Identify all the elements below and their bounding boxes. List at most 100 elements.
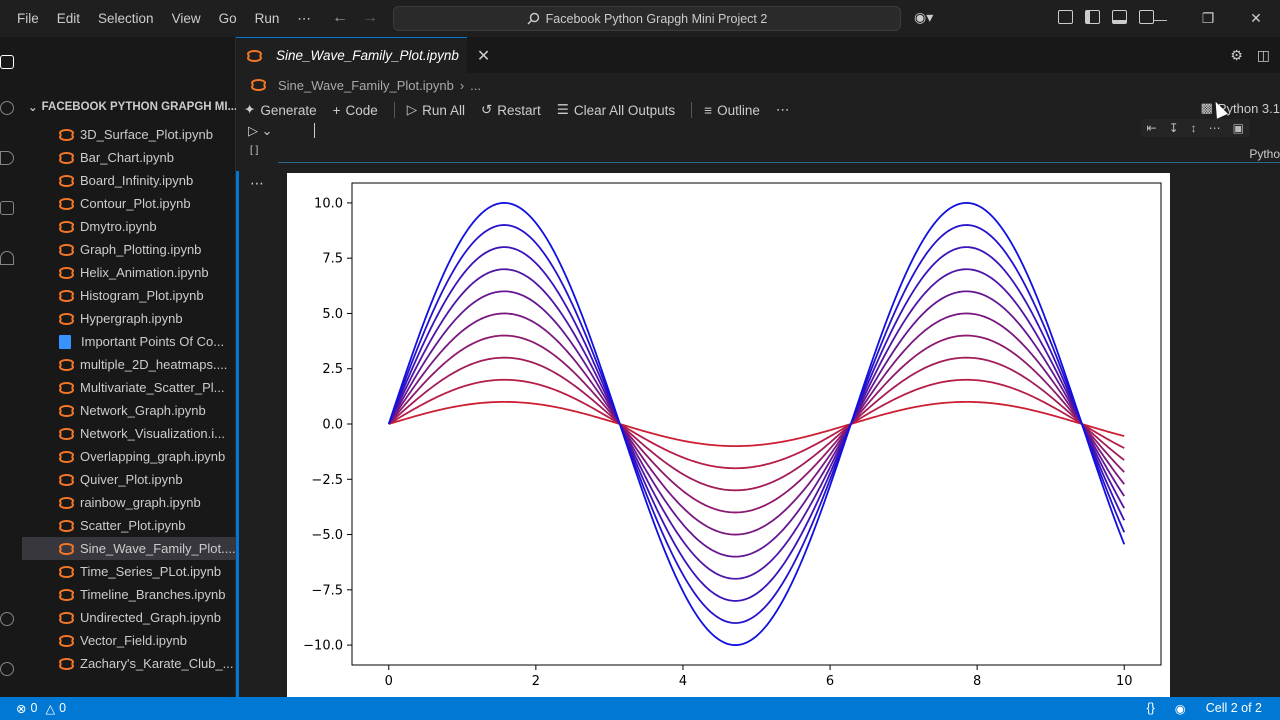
- language-braces[interactable]: {}: [1146, 701, 1154, 716]
- file-item[interactable]: Helix_Animation.ipynb: [22, 261, 236, 284]
- file-item[interactable]: Scatter_Plot.ipynb: [22, 514, 236, 537]
- delete-cell-icon[interactable]: ▣: [1233, 121, 1244, 135]
- file-item[interactable]: Important Points Of Co...: [22, 330, 236, 353]
- copilot-icon[interactable]: ◉▾: [914, 9, 933, 26]
- execute-above-icon[interactable]: ⇤: [1147, 121, 1157, 135]
- copilot-status-icon[interactable]: ◉: [1175, 701, 1186, 716]
- customize-layout-icon[interactable]: [1058, 10, 1073, 24]
- file-item[interactable]: Zachary's_Karate_Club_...: [22, 652, 236, 675]
- file-item[interactable]: Hypergraph.ipynb: [22, 307, 236, 330]
- file-item[interactable]: Network_Visualization.i...: [22, 422, 236, 445]
- file-item[interactable]: Histogram_Plot.ipynb: [22, 284, 236, 307]
- editor-actions: ⚙ ◫: [1230, 47, 1270, 64]
- file-item[interactable]: Timeline_Branches.ipynb: [22, 583, 236, 606]
- error-count: 0: [30, 701, 38, 715]
- file-item[interactable]: Dmytro.ipynb: [22, 215, 236, 238]
- clear-all-outputs-button[interactable]: ☰ Clear All Outputs: [557, 102, 675, 118]
- file-item-label: Important Points Of Co...: [81, 334, 225, 349]
- code-label: Code: [345, 102, 378, 118]
- generate-button[interactable]: ✦ Generate: [244, 102, 317, 118]
- x-tick-label: 0: [385, 674, 393, 689]
- breadcrumb-file[interactable]: Sine_Wave_Family_Plot.ipynb: [278, 78, 454, 93]
- run-cell-icon[interactable]: ▷ ⌄: [248, 123, 273, 139]
- sparkle-icon: ✦: [244, 102, 256, 117]
- file-item[interactable]: Graph_Plotting.ipynb: [22, 238, 236, 261]
- notebook-icon: [58, 220, 74, 234]
- outline-button[interactable]: ≡ Outline: [704, 103, 760, 118]
- file-item[interactable]: Sine_Wave_Family_Plot....: [22, 537, 236, 560]
- toggle-panel-icon[interactable]: [1112, 10, 1127, 24]
- notebook-icon: [58, 243, 74, 257]
- breadcrumb-more[interactable]: ...: [470, 78, 481, 93]
- cell-language[interactable]: Pytho: [1249, 147, 1280, 161]
- file-item[interactable]: Overlapping_graph.ipynb: [22, 445, 236, 468]
- notebook-icon: [58, 404, 74, 418]
- notebook-icon: [58, 634, 74, 648]
- execute-below-icon[interactable]: ↧: [1169, 121, 1179, 135]
- forward-arrow-icon[interactable]: →: [362, 9, 378, 27]
- run-all-button[interactable]: ▷ Run All: [407, 102, 465, 118]
- file-item[interactable]: rainbow_graph.ipynb: [22, 491, 236, 514]
- file-item-label: Contour_Plot.ipynb: [80, 196, 191, 211]
- menu-selection[interactable]: Selection: [89, 11, 163, 26]
- file-item-label: Multivariate_Scatter_Pl...: [80, 380, 225, 395]
- more-actions-button[interactable]: ⋯: [776, 102, 790, 118]
- cell-position[interactable]: Cell 2 of 2: [1206, 701, 1262, 716]
- command-center-search[interactable]: Facebook Python Grapgh Mini Project 2: [393, 6, 901, 31]
- file-item[interactable]: multiple_2D_heatmaps....: [22, 353, 236, 376]
- file-item[interactable]: Bar_Chart.ipynb: [22, 146, 236, 169]
- plot-output: 0 2 4 6 8 10 10.0 7.5 5.0 2.5 0.0 −2.5 −5.0 −7.5 −10.0: [287, 173, 1170, 697]
- run-debug-icon[interactable]: [0, 151, 14, 165]
- notebook-icon: [58, 519, 74, 533]
- file-item-label: Histogram_Plot.ipynb: [80, 288, 204, 303]
- file-item[interactable]: Multivariate_Scatter_Pl...: [22, 376, 236, 399]
- file-item[interactable]: Network_Graph.ipynb: [22, 399, 236, 422]
- menu-run[interactable]: Run: [246, 11, 289, 26]
- add-code-button[interactable]: + Code: [333, 103, 378, 118]
- file-item-label: Network_Graph.ipynb: [80, 403, 206, 418]
- tab-title: Sine_Wave_Family_Plot.ipynb: [276, 48, 459, 63]
- explorer-folder-header[interactable]: ⌄ FACEBOOK PYTHON GRAPGH MI...: [28, 100, 237, 114]
- file-item[interactable]: 3D_Surface_Plot.ipynb: [22, 123, 236, 146]
- menu-more[interactable]: ⋯: [288, 11, 320, 27]
- restore-icon[interactable]: ❐: [1184, 0, 1232, 37]
- warning-icon: △: [45, 702, 56, 716]
- close-window-icon[interactable]: ✕: [1232, 0, 1280, 37]
- sine-series-line: [388, 378, 1125, 470]
- cell-more-icon[interactable]: ⋯: [1209, 121, 1221, 135]
- back-arrow-icon[interactable]: ←: [332, 9, 348, 27]
- file-item[interactable]: Quiver_Plot.ipynb: [22, 468, 236, 491]
- file-item-label: Scatter_Plot.ipynb: [80, 518, 186, 533]
- search-view-icon[interactable]: [0, 101, 14, 115]
- close-tab-icon[interactable]: ✕: [477, 46, 490, 66]
- restart-button[interactable]: ↺ Restart: [481, 102, 541, 118]
- testing-icon[interactable]: [0, 251, 14, 265]
- activity-bar: [0, 37, 22, 697]
- problems-indicator[interactable]: ⊗ 0 △ 0: [0, 701, 66, 716]
- x-tick-label: 10: [1116, 674, 1133, 689]
- split-cell-icon[interactable]: ↕: [1191, 121, 1197, 135]
- notebook-icon: [58, 450, 74, 464]
- menu-go[interactable]: Go: [210, 11, 246, 26]
- file-item[interactable]: Vector_Field.ipynb: [22, 629, 236, 652]
- minimize-icon[interactable]: —: [1136, 0, 1184, 37]
- menu-file[interactable]: File: [8, 11, 48, 26]
- gear-icon[interactable]: ⚙: [1230, 47, 1243, 64]
- toggle-primary-sidebar-icon[interactable]: [1085, 10, 1100, 24]
- file-item[interactable]: Contour_Plot.ipynb: [22, 192, 236, 215]
- split-editor-icon[interactable]: ◫: [1257, 47, 1270, 64]
- code-cell-input[interactable]: ⇤ ↧ ↕ ⋯ ▣ Pytho: [278, 119, 1280, 163]
- file-item[interactable]: Board_Infinity.ipynb: [22, 169, 236, 192]
- notebook-icon: [58, 542, 74, 556]
- notebook-icon: [58, 565, 74, 579]
- file-item[interactable]: Time_Series_PLot.ipynb: [22, 560, 236, 583]
- menu-edit[interactable]: Edit: [48, 11, 89, 26]
- file-item[interactable]: Undirected_Graph.ipynb: [22, 606, 236, 629]
- output-more-icon[interactable]: ⋯: [250, 175, 264, 192]
- manage-gear-icon[interactable]: [0, 662, 14, 676]
- accounts-icon[interactable]: [0, 612, 14, 626]
- extensions-icon[interactable]: [0, 201, 14, 215]
- menu-view[interactable]: View: [163, 11, 210, 26]
- explorer-icon[interactable]: [0, 55, 14, 69]
- tab-sine-wave-notebook[interactable]: Sine_Wave_Family_Plot.ipynb ✕: [236, 37, 490, 73]
